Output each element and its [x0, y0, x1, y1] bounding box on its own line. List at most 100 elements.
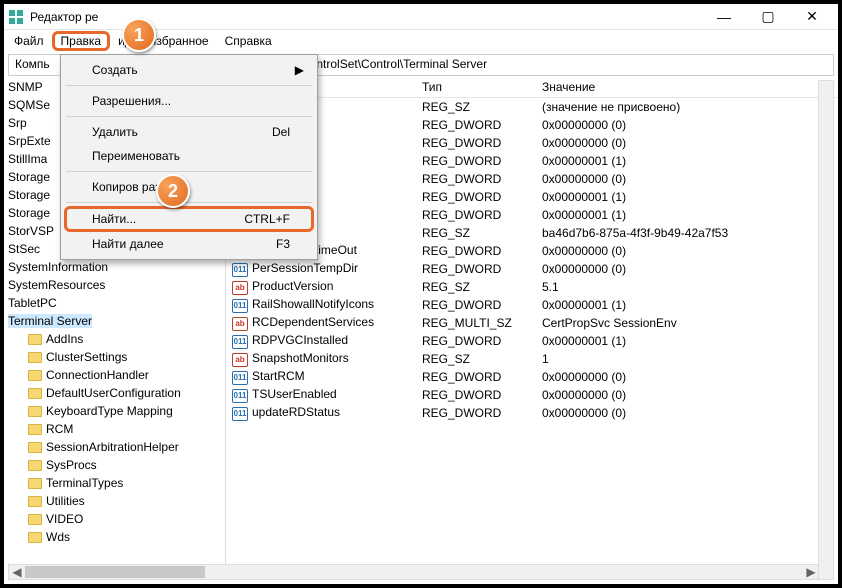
tree-item-label: TerminalTypes: [46, 476, 123, 490]
menu-edit[interactable]: Правка: [52, 31, 111, 51]
tree-item[interactable]: ClusterSettings: [4, 348, 225, 366]
tree-item[interactable]: Utilities: [4, 492, 225, 510]
value-type: REG_DWORD: [416, 298, 536, 312]
reg-dword-icon: 011: [232, 263, 248, 277]
value-name: updateRDStatus: [252, 405, 340, 419]
list-row[interactable]: abProductVersionREG_SZ5.1: [226, 278, 838, 296]
menu-help[interactable]: Справка: [217, 32, 280, 50]
value-name: RailShowallNotifyIcons: [252, 297, 374, 311]
tree-item-label: Wds: [46, 530, 70, 544]
menu-item-create[interactable]: Создать ▶: [64, 58, 314, 82]
value-type: REG_SZ: [416, 226, 536, 240]
tree-item-label: Srp: [8, 116, 27, 130]
tree-item[interactable]: SystemInformation: [4, 258, 225, 276]
folder-icon: [28, 424, 42, 435]
value-name: PerSessionTempDir: [252, 261, 358, 275]
list-row[interactable]: 011RDPVGCInstalledREG_DWORD0x00000001 (1…: [226, 332, 838, 350]
reg-dword-icon: 011: [232, 389, 248, 403]
value-data: CertPropSvc SessionEnv: [536, 316, 838, 330]
value-type: REG_DWORD: [416, 154, 536, 168]
tree-item-label: RCM: [46, 422, 73, 436]
value-name: RDPVGCInstalled: [252, 333, 348, 347]
tree-item-label: Storage: [8, 188, 50, 202]
tree-item[interactable]: RCM: [4, 420, 225, 438]
value-data: 0x00000000 (0): [536, 172, 838, 186]
tree-item[interactable]: ConnectionHandler: [4, 366, 225, 384]
scroll-right-icon[interactable]: ▶: [803, 565, 819, 579]
app-icon: [8, 9, 24, 25]
folder-icon: [28, 460, 42, 471]
menu-file[interactable]: Файл: [6, 32, 52, 50]
tree-item[interactable]: VIDEO: [4, 510, 225, 528]
value-data: 0x00000000 (0): [536, 370, 838, 384]
value-name: SnapshotMonitors: [252, 351, 349, 365]
callout-2: 2: [156, 174, 190, 208]
list-row[interactable]: abSnapshotMonitorsREG_SZ1: [226, 350, 838, 368]
folder-icon: [28, 352, 42, 363]
menu-separator: [66, 202, 312, 203]
tree-item-label: Utilities: [46, 494, 85, 508]
maximize-button[interactable]: ▢: [746, 5, 790, 29]
tree-item-label: Storage: [8, 206, 50, 220]
tree-item[interactable]: KeyboardType Mapping: [4, 402, 225, 420]
address-suffix: ntrolSet\Control\Terminal Server: [316, 57, 487, 71]
value-type: REG_DWORD: [416, 208, 536, 222]
value-data: 0x00000000 (0): [536, 244, 838, 258]
list-row[interactable]: 011StartRCMREG_DWORD0x00000000 (0): [226, 368, 838, 386]
tree-item[interactable]: TabletPC: [4, 294, 225, 312]
value-data: 0x00000000 (0): [536, 388, 838, 402]
folder-icon: [28, 532, 42, 543]
horizontal-scrollbar[interactable]: ◀ ▶: [8, 564, 820, 580]
value-type: REG_MULTI_SZ: [416, 316, 536, 330]
tree-item[interactable]: TerminalTypes: [4, 474, 225, 492]
tree-item-label: DefaultUserConfiguration: [46, 386, 181, 400]
callout-1: 1: [122, 18, 156, 52]
minimize-button[interactable]: —: [702, 5, 746, 29]
close-button[interactable]: ✕: [790, 5, 834, 29]
tree-item[interactable]: SessionArbitrationHelper: [4, 438, 225, 456]
scroll-left-icon[interactable]: ◀: [9, 565, 25, 579]
tree-item[interactable]: Terminal Server: [4, 312, 225, 330]
value-type: REG_DWORD: [416, 244, 536, 258]
list-row[interactable]: 011PerSessionTempDirREG_DWORD0x00000000 …: [226, 260, 838, 278]
tree-item[interactable]: Wds: [4, 528, 225, 546]
value-data: 1: [536, 352, 838, 366]
reg-string-icon: ab: [232, 353, 248, 367]
tree-item[interactable]: SysProcs: [4, 456, 225, 474]
value-data: 0x00000000 (0): [536, 262, 838, 276]
col-type[interactable]: Тип: [416, 80, 536, 94]
list-row[interactable]: 011updateRDStatusREG_DWORD0x00000000 (0): [226, 404, 838, 422]
value-name: ProductVersion: [252, 279, 333, 293]
menu-item-find[interactable]: Найти... CTRL+F: [64, 206, 314, 232]
list-row[interactable]: 011TSUserEnabledREG_DWORD0x00000000 (0): [226, 386, 838, 404]
menu-item-rename[interactable]: Переименовать: [64, 144, 314, 168]
tree-item-label: VIDEO: [46, 512, 83, 526]
tree-item[interactable]: DefaultUserConfiguration: [4, 384, 225, 402]
value-data: ba46d7b6-875a-4f3f-9b49-42a7f53: [536, 226, 838, 240]
list-row[interactable]: 011RailShowallNotifyIconsREG_DWORD0x0000…: [226, 296, 838, 314]
menu-item-permissions[interactable]: Разрешения...: [64, 89, 314, 113]
menu-item-delete[interactable]: Удалить Del: [64, 120, 314, 144]
vertical-scrollbar[interactable]: [818, 80, 834, 580]
tree-item-label: SessionArbitrationHelper: [46, 440, 179, 454]
value-type: REG_SZ: [416, 100, 536, 114]
tree-item[interactable]: SystemResources: [4, 276, 225, 294]
scroll-thumb[interactable]: [25, 566, 205, 578]
tree-item-label: SrpExte: [8, 134, 51, 148]
tree-item-label: TabletPC: [8, 296, 57, 310]
col-value[interactable]: Значение: [536, 80, 838, 94]
value-data: 0x00000000 (0): [536, 118, 838, 132]
tree-item-label: SystemInformation: [8, 260, 108, 274]
edit-menu-dropdown: Создать ▶ Разрешения... Удалить Del Пере…: [60, 54, 318, 260]
value-name: TSUserEnabled: [252, 387, 337, 401]
menu-item-find-next[interactable]: Найти далее F3: [64, 232, 314, 256]
tree-item-label: KeyboardType Mapping: [46, 404, 173, 418]
value-type: REG_DWORD: [416, 334, 536, 348]
address-prefix: Компь: [15, 57, 50, 71]
value-data: (значение не присвоено): [536, 100, 838, 114]
value-data: 0x00000001 (1): [536, 190, 838, 204]
list-row[interactable]: abRCDependentServicesREG_MULTI_SZCertPro…: [226, 314, 838, 332]
tree-item[interactable]: AddIns: [4, 330, 225, 348]
tree-item-label: SQMSe: [8, 98, 50, 112]
value-type: REG_DWORD: [416, 406, 536, 420]
